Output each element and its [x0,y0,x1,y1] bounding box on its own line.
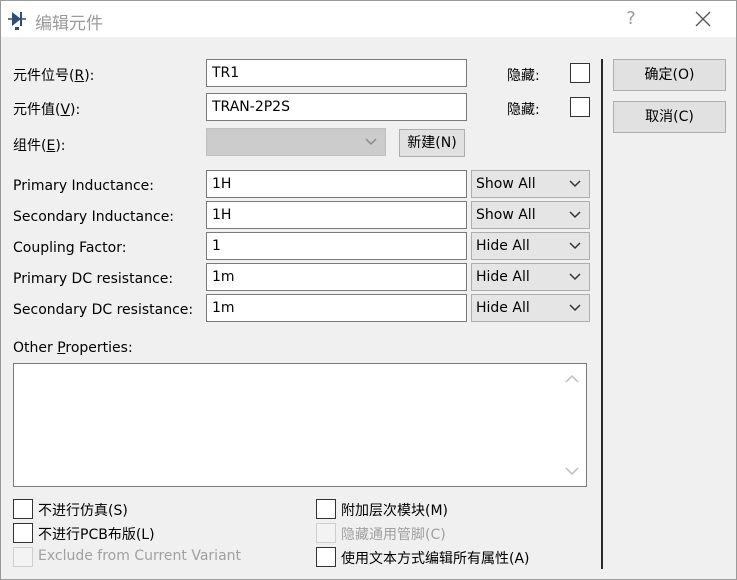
property-label-primary-dc-resistance: Primary DC resistance: [13,271,174,287]
ref-label: 元件位号(R): [13,68,95,84]
group-label: 组件(E): [13,138,66,154]
edit-component-dialog: 编辑元件 ? 元件位号(R): TR1 隐藏: 元件值(V): TRAN-2P2… [0,0,737,580]
close-icon[interactable] [683,5,723,33]
ok-button[interactable]: 确定(O) [613,59,726,91]
exclude-variant-checkbox[interactable] [13,547,33,567]
exclude-variant-label: Exclude from Current Variant [38,548,242,564]
edit-as-text-label: 使用文本方式编辑所有属性(A) [341,551,530,567]
chevron-down-icon [569,211,581,219]
chevron-down-icon [569,242,581,250]
property-visibility-secondary-inductance[interactable]: Show All [471,201,590,229]
no-simulate-checkbox[interactable] [13,499,33,519]
no-pcb-label: 不进行PCB布版(L) [38,527,155,543]
diode-app-icon [8,12,26,30]
property-label-secondary-inductance: Secondary Inductance: [13,209,175,225]
title-bar: 编辑元件 ? [1,1,736,37]
no-pcb-checkbox[interactable] [13,523,33,543]
property-input-secondary-dc-resistance[interactable]: 1m [206,294,467,322]
new-group-button[interactable]: 新建(N) [399,129,465,157]
property-visibility-coupling-factor[interactable]: Hide All [471,232,590,260]
scroll-up-icon[interactable] [565,374,579,384]
value-hide-checkbox[interactable] [570,97,590,117]
ref-hide-checkbox[interactable] [570,63,590,83]
ref-hide-label: 隐藏: [507,68,540,84]
property-input-primary-dc-resistance[interactable]: 1m [206,263,467,291]
property-label-coupling-factor: Coupling Factor: [13,240,127,256]
edit-as-text-checkbox[interactable] [316,547,336,567]
attach-hierarchy-checkbox[interactable] [316,499,336,519]
scroll-down-icon[interactable] [565,466,579,476]
chevron-down-icon [569,180,581,188]
property-input-coupling-factor[interactable]: 1 [206,232,467,260]
vertical-separator [601,59,603,569]
group-select[interactable] [206,128,386,156]
property-input-primary-inductance[interactable]: 1H [206,170,467,198]
property-visibility-primary-inductance[interactable]: Show All [471,170,590,198]
property-label-secondary-dc-resistance: Secondary DC resistance: [13,302,194,318]
property-visibility-primary-dc-resistance[interactable]: Hide All [471,263,590,291]
property-input-secondary-inductance[interactable]: 1H [206,201,467,229]
other-properties-label: Other Properties: [13,340,133,356]
property-visibility-secondary-dc-resistance[interactable]: Hide All [471,294,590,322]
property-label-primary-inductance: Primary Inductance: [13,178,154,194]
value-label: 元件值(V): [13,102,81,118]
chevron-down-icon [569,304,581,312]
no-simulate-label: 不进行仿真(S) [38,503,128,519]
chevron-down-icon [365,138,377,146]
window-title: 编辑元件 [35,14,103,34]
hide-common-pins-checkbox[interactable] [316,523,336,543]
help-button[interactable]: ? [613,5,649,33]
chevron-down-icon [569,273,581,281]
cancel-button[interactable]: 取消(C) [613,101,726,133]
hide-common-pins-label: 隐藏通用管脚(C) [341,527,446,543]
ref-input[interactable]: TR1 [206,59,467,87]
other-properties-textarea[interactable] [13,363,587,487]
value-input[interactable]: TRAN-2P2S [206,93,467,121]
value-hide-label: 隐藏: [507,102,540,118]
attach-hierarchy-label: 附加层次模块(M) [341,503,449,519]
